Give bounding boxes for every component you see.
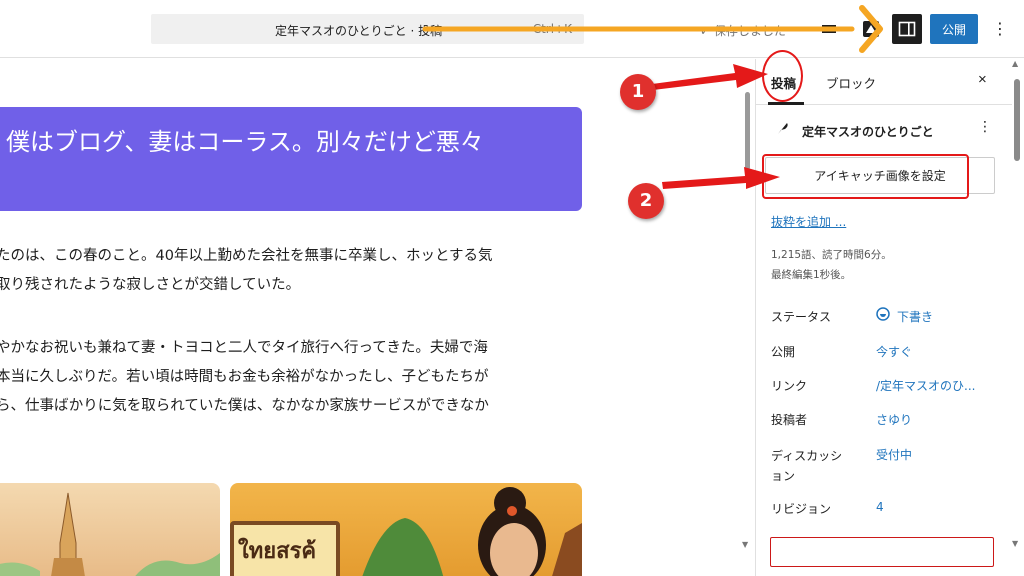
draft-status-icon [876, 307, 890, 321]
active-tab-indicator [768, 102, 804, 105]
move-to-trash-button[interactable] [770, 537, 994, 567]
post-meta-info: 1,215語、読了時間6分。 最終編集1秒後。 [771, 245, 892, 285]
post-actions-icon[interactable]: ⋮ [978, 119, 992, 135]
link-value[interactable]: /定年マスオのひ... [876, 377, 976, 394]
scroll-up-icon[interactable]: ▲ [1012, 59, 1018, 68]
sidebar-scrollbar-thumb[interactable] [1014, 79, 1020, 161]
status-label: ステータス [771, 310, 832, 324]
paragraph-line: やかなお祝いも兼ねて妻・トヨコと二人でタイ旅行へ行ってきた。夫婦で海 [0, 340, 488, 356]
editor-canvas: 僕はブログ、妻はコーラス。別々だけど悪々 たのは、この春のこと。40年以上勤めた… [0, 59, 754, 576]
paragraph-block[interactable]: たのは、この春のこと。40年以上勤めた会社を無事に卒業し、ホッとする気 取り残さ… [0, 242, 586, 300]
step-badge-2: 2 [628, 183, 664, 219]
document-title[interactable]: 定年マスオのひとりごと · 投稿 [275, 22, 442, 39]
view-icon[interactable] [820, 20, 838, 38]
paragraph-line: 取り残されたような寂しさとが交錯していた。 [0, 277, 301, 293]
discussion-label-line: ョン [771, 469, 796, 483]
link-label: リンク [771, 379, 808, 393]
paragraph-line: たのは、この春のこと。40年以上勤めた会社を無事に卒業し、ホッとする気 [0, 248, 493, 264]
author-label: 投稿者 [771, 413, 808, 427]
tab-block[interactable]: ブロック [826, 73, 876, 92]
revisions-label: リビジョン [771, 502, 832, 516]
revisions-value[interactable]: 4 [876, 500, 884, 514]
step-badge-1: 1 [620, 74, 656, 110]
paragraph-block[interactable]: やかなお祝いも兼ねて妻・トヨコと二人でタイ旅行へ行ってきた。夫婦で海 本当に久し… [0, 334, 586, 421]
shortcut-hint: Ctrl+K [532, 22, 572, 36]
status-value[interactable]: 下書き [897, 308, 933, 325]
paragraph-line: 本当に久しぶりだ。若い頃は時間もお金も余裕がなかったし、子どもたちが [0, 369, 489, 385]
word-count: 1,215語、読了時間6分。 [771, 249, 892, 261]
discussion-label: ディスカッシ ョン [771, 446, 842, 486]
highlight-featured-image-box [762, 154, 969, 199]
save-status-text: 保存しました [713, 24, 786, 38]
post-feather-icon [778, 123, 788, 134]
paragraph-line: ら、仕事ばかりに気を取られていた僕は、なかなか家族サービスができなか [0, 398, 489, 414]
discussion-label-line: ディスカッシ [771, 449, 843, 463]
options-menu-icon[interactable]: ⋮ [992, 18, 1008, 40]
editor-header: 定年マスオのひとりごと · 投稿 Ctrl+K ✓ 保存しました 公開 ⋮ [0, 0, 1024, 58]
sidebar-icon [898, 21, 916, 37]
settings-sidebar-toggle[interactable] [892, 14, 922, 44]
save-status: ✓ 保存しました [700, 24, 786, 38]
editor-scrollbar-thumb[interactable] [745, 92, 750, 170]
image-block-thailand[interactable]: ใทยสรค้ [230, 483, 582, 576]
highlight-post-tab-oval [762, 50, 803, 102]
temple-illustration [0, 492, 220, 576]
command-palette-bar[interactable]: 定年マスオのひとりごと · 投稿 Ctrl+K [151, 14, 584, 44]
publish-button[interactable]: 公開 [930, 14, 978, 44]
thai-woman-illustration [362, 487, 582, 576]
editor-scroll-down-icon[interactable]: ▼ [742, 540, 748, 549]
publish-value[interactable]: 今すぐ [876, 343, 912, 360]
last-edited: 最終編集1秒後。 [771, 269, 852, 281]
settings-sidebar: 投稿 ブロック × 定年マスオのひとりごと ⋮ アイキャッチ画像を設定 抜粋を追… [755, 59, 1024, 576]
post-title-text[interactable]: 僕はブログ、妻はコーラス。別々だけど悪々 [6, 125, 566, 159]
publish-label: 公開 [771, 345, 796, 359]
post-title-block[interactable]: 僕はブログ、妻はコーラス。別々だけど悪々 [0, 107, 582, 211]
author-value[interactable]: さゆり [876, 411, 912, 428]
close-sidebar-icon[interactable]: × [978, 71, 987, 88]
image-block-temple[interactable] [0, 483, 220, 576]
discussion-value[interactable]: 受付中 [876, 446, 912, 463]
styles-icon[interactable] [860, 18, 882, 40]
sidebar-post-title[interactable]: 定年マスオのひとりごと [802, 123, 934, 140]
scroll-down-icon[interactable]: ▼ [1012, 539, 1018, 548]
add-excerpt-link[interactable]: 抜粋を追加 ... [771, 213, 846, 230]
